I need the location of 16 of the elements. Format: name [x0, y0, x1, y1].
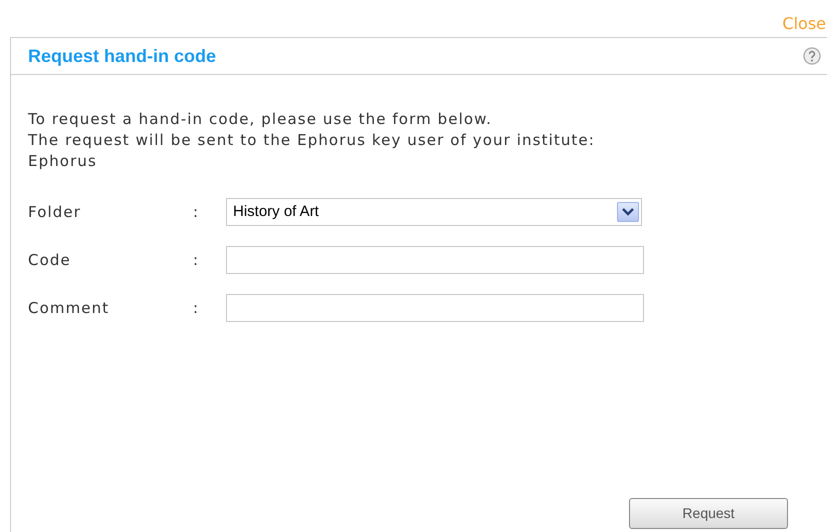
- input-field[interactable]: [226, 294, 644, 322]
- intro-text: The request will be sent to the Ephorus key user of your institute:: [28, 130, 596, 151]
- request-button[interactable]: Request: [629, 498, 788, 529]
- input-field[interactable]: [226, 246, 644, 274]
- intro-text: To request a hand-in code, please use the form below.: [28, 109, 494, 130]
- folder-dropdown[interactable]: History of Art: [226, 198, 642, 226]
- field-label: Comment: [28, 298, 110, 319]
- label-colon: :: [193, 298, 200, 317]
- field-label: Code: [28, 250, 72, 271]
- caret-icon[interactable]: [617, 202, 639, 222]
- help-icon[interactable]: [803, 47, 821, 65]
- label-colon: :: [193, 250, 200, 269]
- intro-text: Ephorus: [28, 151, 98, 172]
- label-colon: :: [193, 202, 200, 221]
- dialog-title: Request hand-in code: [28, 44, 216, 68]
- field-label: Folder: [28, 202, 82, 223]
